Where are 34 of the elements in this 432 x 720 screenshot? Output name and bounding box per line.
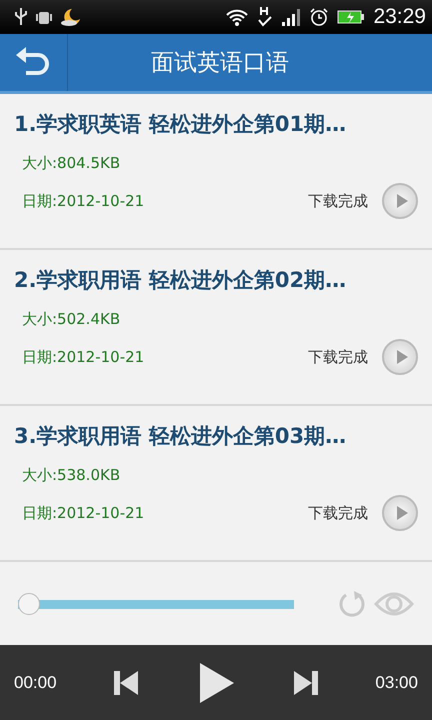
page-title: 面试英语口语 [150, 49, 290, 78]
episode-list-item[interactable]: 2.学求职用语 轻松进外企第02期… 大小:502.4KB 日期:2012-10-21 下载完成 [0, 250, 432, 406]
download-status: 下载完成 [308, 348, 368, 366]
usb-icon [14, 7, 28, 27]
wifi-icon [225, 7, 250, 27]
play-icon [394, 349, 408, 365]
battery-icon [337, 10, 366, 24]
seek-thumb[interactable] [18, 592, 40, 614]
play-icon [394, 505, 408, 521]
episode-date: 日期:2012-10-21 [22, 504, 146, 522]
episode-list-item[interactable]: 1.学求职英语 轻松进外企第01期… 大小:804.5KB 日期:2012-10-21 下载完成 [0, 94, 432, 250]
next-button[interactable] [292, 668, 320, 696]
file-size: 大小:502.4KB [22, 310, 122, 329]
next-icon [292, 668, 320, 696]
previous-icon [112, 668, 140, 696]
download-status: 下载完成 [308, 192, 368, 210]
download-status: 下载完成 [308, 504, 368, 522]
play-icon [394, 193, 408, 209]
episode-date: 日期:2012-10-21 [22, 192, 146, 210]
alarm-icon [309, 7, 330, 27]
total-time: 03:00 [375, 672, 418, 692]
episode-title: 3.学求职用语 轻松进外企第03期… [14, 423, 348, 450]
episode-title: 1.学求职英语 轻松进外企第01期… [14, 111, 348, 138]
weather-icon [60, 7, 82, 27]
network-check-icon [257, 6, 274, 28]
status-time: 23:29 [373, 5, 426, 29]
file-size: 大小:538.0KB [22, 466, 122, 485]
elapsed-time: 00:00 [14, 672, 57, 692]
episode-list-item[interactable]: 3.学求职用语 轻松进外企第03期… 大小:538.0KB 日期:2012-10-21 下载完成 [0, 406, 432, 562]
episode-title: 2.学求职用语 轻松进外企第02期… [14, 267, 348, 294]
file-size: 大小:804.5KB [22, 154, 122, 173]
previous-button[interactable] [112, 668, 140, 696]
episode-date: 日期:2012-10-21 [22, 348, 146, 366]
signal-icon [281, 8, 302, 26]
